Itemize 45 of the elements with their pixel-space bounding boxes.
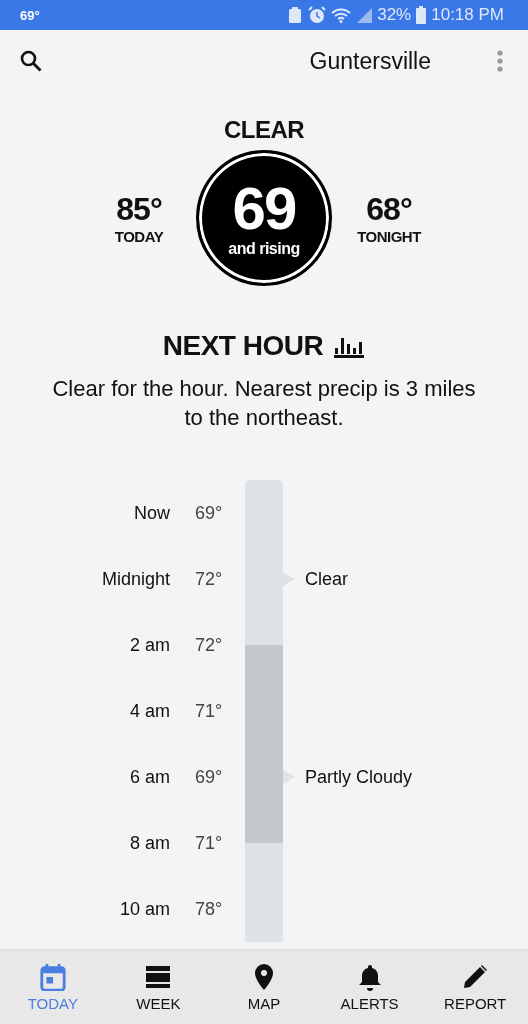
hour-label: 8 am bbox=[129, 832, 170, 854]
condition-label: Partly Cloudy bbox=[305, 766, 413, 788]
nav-tab[interactable]: REPORT bbox=[427, 958, 524, 1016]
pencil-icon bbox=[462, 962, 489, 991]
clipboard-icon bbox=[287, 6, 304, 24]
hour-temperature: 72° bbox=[194, 568, 224, 590]
hour-label: Now bbox=[134, 502, 170, 524]
hour-temperature: 71° bbox=[194, 700, 224, 722]
search-icon[interactable] bbox=[19, 49, 43, 73]
hour-label: 10 am bbox=[119, 898, 170, 920]
battery-icon bbox=[416, 6, 427, 24]
nav-tab[interactable]: MAP bbox=[216, 958, 312, 1016]
calendar-icon bbox=[38, 962, 67, 991]
condition-label: Clear bbox=[305, 568, 348, 590]
bell-icon bbox=[357, 962, 382, 991]
hour-label: 6 am bbox=[129, 766, 170, 788]
signal-icon bbox=[356, 7, 373, 23]
hour-temperature: 78° bbox=[194, 898, 224, 920]
more-options-icon[interactable] bbox=[496, 49, 504, 73]
section-title: NEXT HOUR bbox=[162, 330, 324, 362]
nav-tab[interactable]: WEEK bbox=[110, 958, 207, 1016]
temperature-trend: and rising bbox=[228, 240, 300, 258]
high-label: TODAY bbox=[114, 228, 164, 245]
low-temperature: 68° bbox=[366, 191, 412, 228]
hour-label: Midnight bbox=[101, 568, 170, 590]
nav-tab[interactable]: ALERTS bbox=[321, 958, 418, 1016]
location-name[interactable]: Guntersville bbox=[309, 47, 431, 75]
status-temperature: 69° bbox=[20, 7, 40, 23]
pointer-icon bbox=[283, 770, 295, 784]
hour-temperature: 69° bbox=[194, 766, 224, 788]
high-temperature: 85° bbox=[116, 191, 162, 228]
forecast-summary: Clear for the hour. Nearest precip is 3 miles to the northeast. bbox=[51, 375, 477, 432]
condition-title: CLEAR bbox=[223, 116, 305, 144]
hour-temperature: 72° bbox=[194, 634, 224, 656]
hour-temperature: 71° bbox=[194, 832, 224, 854]
current-temperature: 69 bbox=[232, 178, 296, 240]
hour-label: 4 am bbox=[129, 700, 170, 722]
clock: 10:18 PM bbox=[431, 5, 504, 25]
low-label: TONIGHT bbox=[357, 228, 421, 245]
map-pin-icon bbox=[254, 962, 274, 991]
wifi-icon bbox=[331, 7, 352, 23]
battery-percentage: 32% bbox=[377, 5, 412, 25]
hour-temperature: 69° bbox=[194, 502, 224, 524]
alarm-icon bbox=[308, 6, 327, 24]
hour-label: 2 am bbox=[129, 634, 170, 656]
